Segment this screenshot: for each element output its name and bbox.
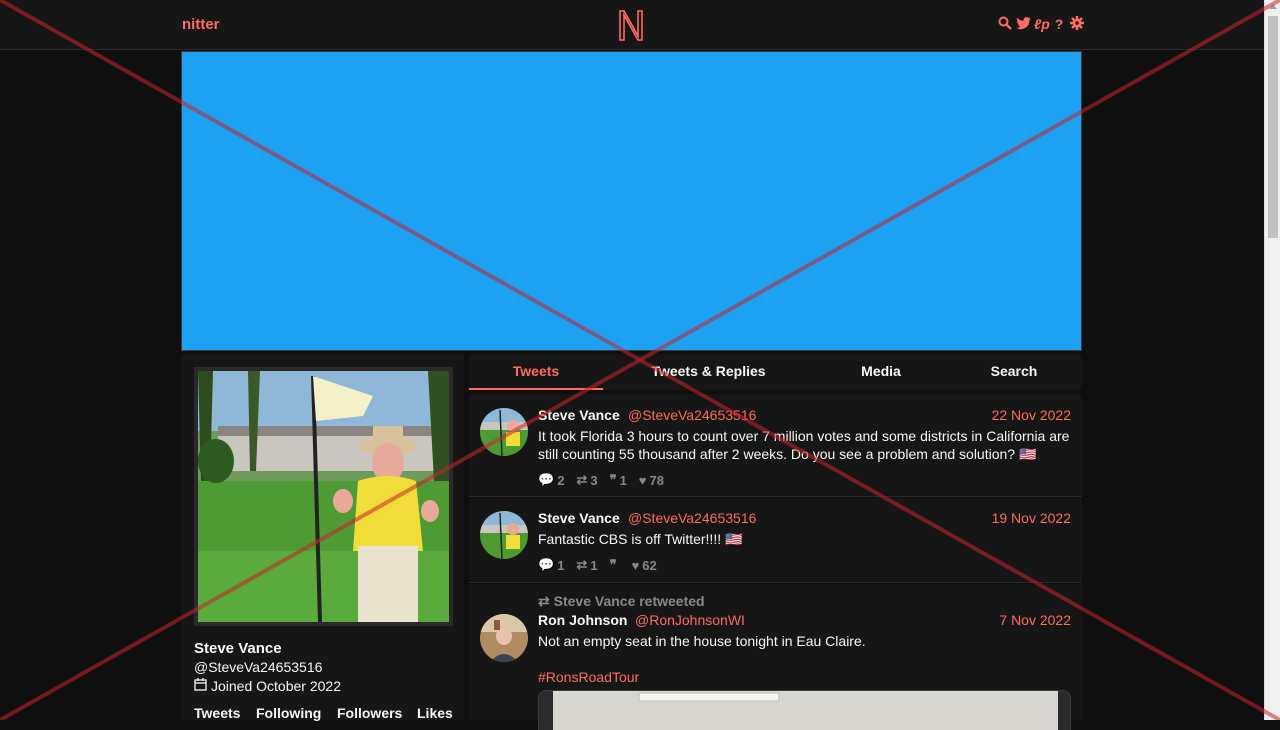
tweet-fullname[interactable]: Steve Vance (538, 510, 620, 526)
rss-icon[interactable]: ℓp (1034, 16, 1050, 32)
like-count: 78 (649, 472, 664, 488)
tab-media[interactable]: Media (837, 354, 925, 390)
tweet-quotes: ❞ 1 (610, 472, 627, 488)
nav-icons: ℓp ? (998, 16, 1084, 32)
tweet-replies: 💬 1 (538, 557, 564, 573)
stat-tweets[interactable]: Tweets (194, 705, 256, 721)
tweet-media-image[interactable] (538, 690, 1071, 730)
search-icon[interactable] (998, 16, 1012, 32)
settings-icon[interactable] (1070, 16, 1084, 32)
tweet-stats: 💬 1 ⇄ 1 ❞ ♥ 62 (538, 557, 657, 573)
help-icon[interactable]: ? (1052, 16, 1066, 32)
tweet-quotes: ❞ (610, 557, 620, 573)
retweet-icon: ⇄ (576, 472, 588, 487)
tweet-content: Fantastic CBS is off Twitter!!!! 🇺🇸 (538, 531, 743, 547)
tweet-avatar[interactable] (480, 511, 528, 559)
retweet-count: 3 (590, 472, 598, 488)
profile-photo (198, 371, 449, 622)
retweet-count: 1 (590, 557, 598, 573)
tweet-date[interactable]: 19 Nov 2022 (992, 510, 1071, 526)
page-scrollbar[interactable] (1264, 0, 1280, 720)
profile-stats: Tweets Following Followers Likes (194, 705, 453, 721)
like-count: 62 (642, 557, 657, 573)
tweet-stats: 💬 2 ⇄ 3 ❞ 1 ♥ 78 (538, 472, 664, 488)
tweet-retweets: ⇄ 1 (576, 557, 597, 573)
retweeted-by: Steve Vance retweeted (553, 593, 705, 609)
tweet-replies: 💬 2 (538, 472, 564, 488)
heart-icon: ♥ (631, 557, 640, 573)
tweet-item[interactable]: Steve Vance @SteveVa24653516 19 Nov 2022… (469, 498, 1082, 583)
tab-search[interactable]: Search (969, 354, 1059, 390)
tweet-username[interactable]: @SteveVa24653516 (628, 407, 756, 423)
tweet-date[interactable]: 22 Nov 2022 (992, 407, 1071, 423)
quote-icon: ❞ (609, 472, 617, 487)
scrollbar-thumb[interactable] (1268, 16, 1278, 238)
tweet-username[interactable]: @SteveVa24653516 (628, 510, 756, 526)
reply-count: 2 (557, 472, 565, 488)
quote-icon: ❞ (609, 557, 617, 572)
tweet-item[interactable]: ⇄ Steve Vance retweeted Ron Johnson @Ron… (469, 584, 1082, 730)
retweet-header: ⇄ Steve Vance retweeted (538, 593, 705, 610)
stat-following[interactable]: Following (256, 705, 337, 721)
navbar: nitter ℓp ? (0, 0, 1264, 50)
tweet-avatar[interactable] (480, 408, 528, 456)
tab-tweets-replies[interactable]: Tweets & Replies (640, 354, 777, 390)
tweet-content: Not an empty seat in the house tonight i… (538, 633, 866, 649)
nitter-home-link[interactable]: nitter (182, 16, 220, 33)
scroll-up-icon[interactable] (1269, 4, 1277, 9)
calendar-icon (194, 678, 207, 694)
profile-username[interactable]: @SteveVa24653516 (194, 659, 322, 675)
timeline: Tweets Tweets & Replies Media Search Ste… (469, 354, 1082, 730)
tweet-username[interactable]: @RonJohnsonWI (635, 612, 745, 628)
reply-count: 1 (557, 557, 565, 573)
stat-likes[interactable]: Likes (417, 705, 453, 721)
comment-icon: 💬 (538, 472, 555, 487)
tweet-date[interactable]: 7 Nov 2022 (999, 612, 1071, 628)
tweet-likes: ♥ 78 (639, 472, 664, 488)
tweet-avatar[interactable] (480, 614, 528, 662)
profile-banner[interactable] (181, 51, 1082, 351)
heart-icon: ♥ (638, 472, 647, 488)
retweet-icon: ⇄ (576, 557, 588, 572)
stat-followers[interactable]: Followers (337, 705, 417, 721)
timeline-tabs: Tweets Tweets & Replies Media Search (469, 354, 1082, 390)
joined-text: Joined October 2022 (211, 678, 341, 694)
retweet-icon: ⇄ (538, 593, 554, 609)
tweet-item[interactable]: Steve Vance @SteveVa24653516 22 Nov 2022… (469, 394, 1082, 497)
tab-tweets[interactable]: Tweets (469, 354, 603, 390)
tweet-content: It took Florida 3 hours to count over 7 … (538, 428, 1070, 462)
hashtag-link[interactable]: #RonsRoadTour (538, 669, 639, 685)
profile-card: Steve Vance @SteveVa24653516 Joined Octo… (181, 354, 464, 721)
comment-icon: 💬 (538, 557, 555, 572)
tweet-fullname[interactable]: Steve Vance (538, 407, 620, 423)
twitter-icon[interactable] (1016, 16, 1031, 32)
tweet-fullname[interactable]: Ron Johnson (538, 612, 627, 628)
profile-fullname[interactable]: Steve Vance (194, 640, 282, 657)
profile-joindate: Joined October 2022 (194, 678, 341, 694)
profile-avatar[interactable] (194, 367, 453, 626)
nitter-logo-icon[interactable] (617, 8, 645, 42)
quote-count: 1 (619, 472, 627, 488)
tweet-retweets: ⇄ 3 (576, 472, 597, 488)
tweet-likes: ♥ 62 (632, 557, 657, 573)
